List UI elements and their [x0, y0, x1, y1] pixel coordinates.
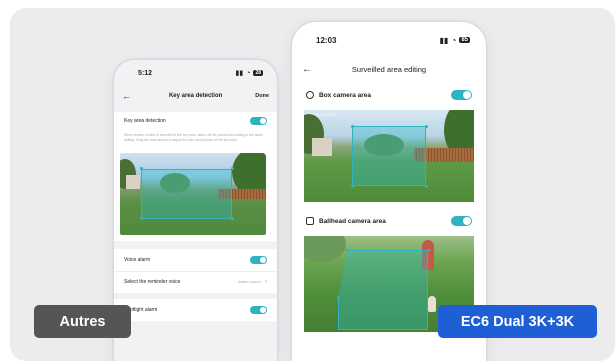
reminder-voice-value: Alarm sound — [238, 279, 261, 285]
voice-alarm-label: Voice alarm — [124, 256, 151, 263]
zone-handle[interactable] — [424, 124, 428, 128]
battery-icon: 28 — [253, 70, 263, 76]
spotlight-alarm-row: Spotlight alarm — [114, 298, 277, 321]
chevron-right-icon: › — [265, 279, 267, 286]
child-figure — [428, 296, 436, 312]
zone-handle[interactable] — [230, 167, 234, 171]
key-area-detection-row: Key area detection — [114, 112, 277, 129]
left-product-label: Autres — [34, 305, 131, 338]
detection-description: When human motion is detected in the key… — [114, 129, 277, 149]
zone-handle[interactable] — [139, 167, 143, 171]
zone-handle[interactable] — [230, 217, 234, 221]
voice-alarm-row: Voice alarm — [114, 248, 277, 271]
nav-bar: ← Key area detection Done — [114, 86, 277, 106]
zone-handle[interactable] — [426, 248, 430, 252]
camera-icon — [306, 91, 314, 99]
box-camera-toggle[interactable] — [451, 90, 472, 100]
box-camera-row: Box camera area — [292, 84, 486, 106]
signal-icon: ▮▮ — [235, 70, 244, 77]
zone-handle[interactable] — [350, 184, 354, 188]
nav-bar: ← Surveilled area editing — [292, 58, 486, 80]
zone-handle[interactable] — [336, 296, 340, 299]
detection-zone[interactable] — [141, 168, 232, 219]
ballhead-detection-zone[interactable] — [338, 250, 428, 330]
battery-icon: 85 — [459, 37, 470, 43]
camera-preview-image — [120, 152, 266, 235]
zone-handle[interactable] — [424, 184, 428, 188]
status-bar: 5:12 ▮▮ ◔ 28 — [114, 60, 277, 86]
signal-icon: ▮▮ — [439, 35, 449, 45]
zone-handle[interactable] — [139, 217, 143, 221]
reminder-voice-row[interactable]: Select the reminder voice Alarm sound › — [114, 270, 277, 293]
wifi-icon: ◔ — [451, 35, 457, 45]
zone-handle[interactable] — [345, 248, 348, 252]
spotlight-alarm-toggle[interactable] — [250, 305, 267, 314]
box-camera-preview: 2024.03.22 14:25:18 — [304, 110, 474, 202]
status-bar: 12:03 ▮▮ ◔ 85 — [292, 22, 486, 58]
ballhead-camera-toggle[interactable] — [451, 216, 472, 226]
preview-container — [114, 148, 277, 241]
page-title: Surveilled area editing — [351, 64, 427, 74]
voice-alarm-toggle[interactable] — [250, 255, 267, 264]
done-button[interactable]: Done — [255, 93, 269, 99]
key-area-detection-toggle[interactable] — [250, 116, 267, 125]
box-detection-zone[interactable] — [352, 126, 426, 186]
left-phone: 5:12 ▮▮ ◔ 28 ← Key area detection Done K… — [114, 60, 277, 361]
back-arrow-icon[interactable]: ← — [122, 91, 136, 101]
status-time: 5:12 — [138, 69, 153, 77]
right-product-label: EC6 Dual 3K+3K — [438, 305, 597, 338]
zone-handle[interactable] — [350, 124, 354, 128]
ballhead-camera-row: Ballhead camera area — [292, 210, 486, 232]
page-title: Key area detection — [168, 93, 223, 99]
wifi-icon: ◔ — [246, 69, 251, 77]
box-camera-label: Box camera area — [319, 91, 372, 99]
status-time: 12:03 — [316, 35, 337, 45]
reminder-voice-label: Select the reminder voice — [124, 279, 181, 286]
ballhead-camera-label: Ballhead camera area — [319, 217, 386, 225]
key-area-detection-label: Key area detection — [124, 117, 166, 124]
back-arrow-icon[interactable]: ← — [302, 64, 318, 75]
ptz-camera-icon — [306, 217, 314, 225]
